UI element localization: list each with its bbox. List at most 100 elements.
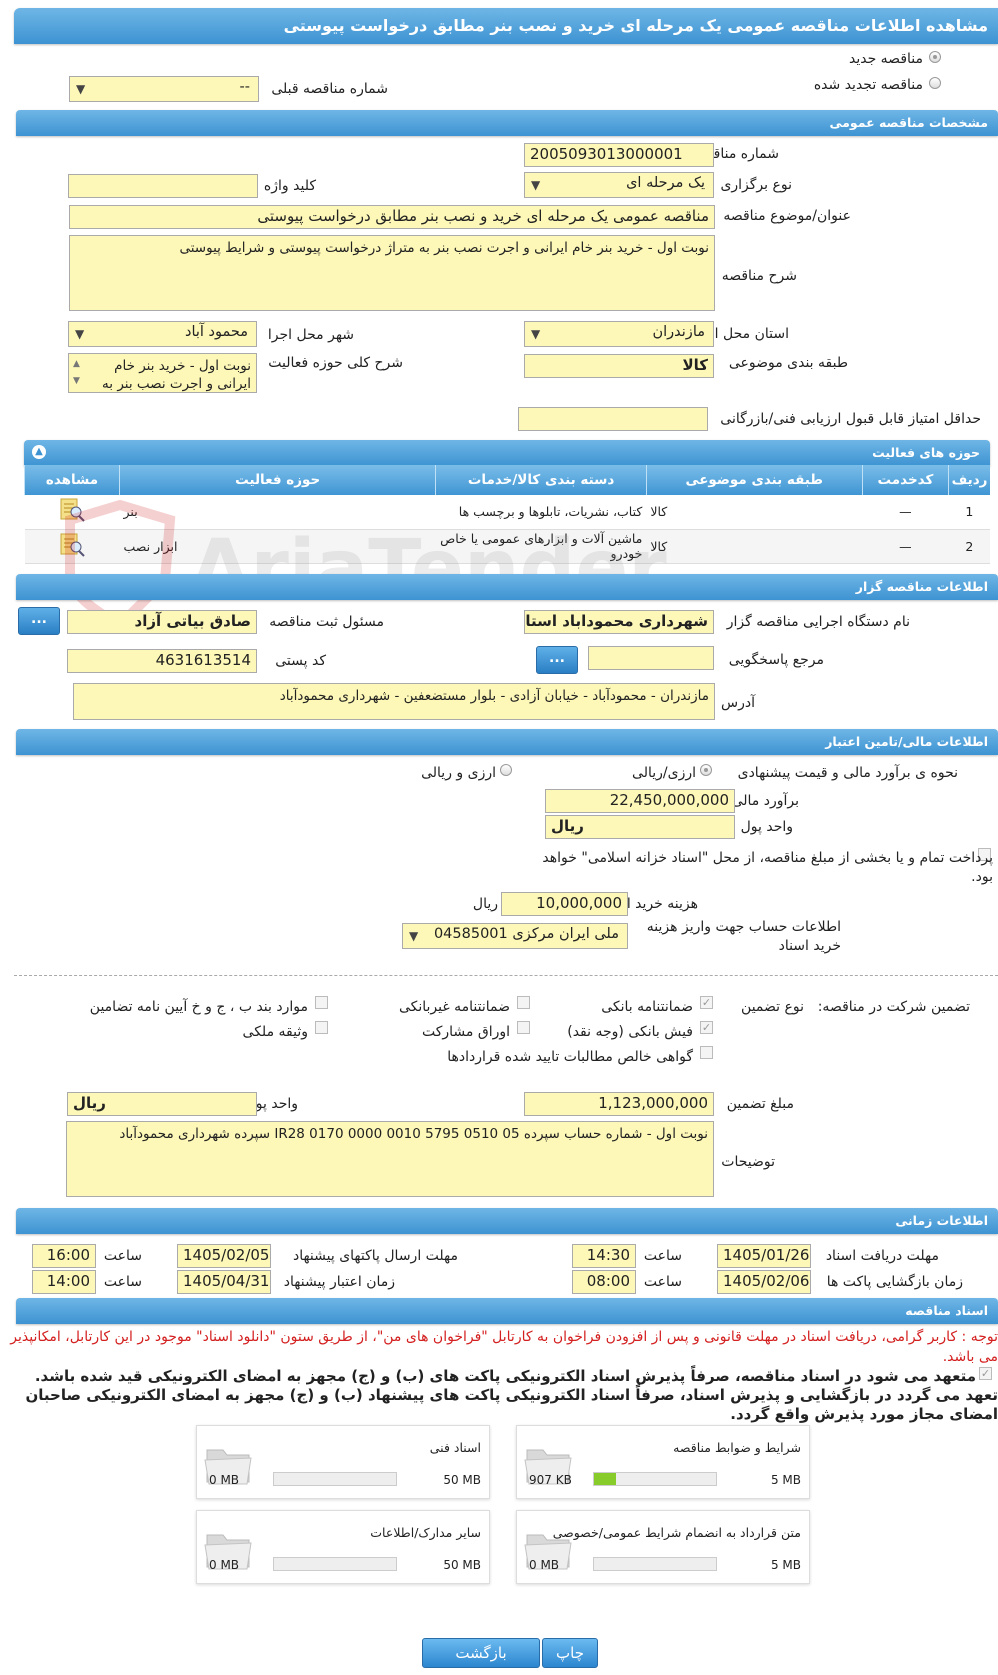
guarantee-clauses-checkbox[interactable] [315, 996, 328, 1009]
doc-progress [273, 1557, 397, 1571]
chevron-down-icon: ▼ [531, 178, 541, 192]
row-category: کالا [646, 495, 863, 530]
org-label: نام دستگاه اجرایی مناقصه گزار [726, 614, 910, 630]
guarantee-amount-label: مبلغ تضمین [726, 1096, 794, 1112]
guarantee-label: تضمین شرکت در مناقصه: [817, 999, 970, 1015]
previous-number-label: شماره مناقصه قبلی [271, 81, 388, 97]
open-date-field[interactable]: 1405/02/06 [717, 1270, 811, 1294]
org-field[interactable]: شهرداری محموداباد استان [524, 610, 714, 634]
scroll-up-icon[interactable]: ▲ [73, 355, 80, 373]
responder-field[interactable] [588, 646, 714, 670]
doc-max-size: 5 MB [770, 1558, 801, 1572]
doc-card-other[interactable]: سایر مدارک/اطلاعات 0 MB 50 MB [196, 1510, 490, 1584]
doc-card-terms[interactable]: شرایط و ضوابط مناقصه 907 KB 5 MB [516, 1425, 810, 1499]
row-code: — [862, 495, 949, 530]
back-button[interactable]: بازگشت [422, 1638, 540, 1668]
previous-number-select[interactable]: -- ▼ [69, 76, 259, 102]
guarantee-cash-checkbox[interactable]: ✓ [700, 1021, 713, 1034]
doc-title: متن قرارداد به انضمام شرایط عمومی/خصوصی [552, 1525, 801, 1540]
address-field[interactable]: مازندران - محمودآباد - خیابان آزادی - بل… [73, 683, 715, 720]
validity-label: زمان اعتبار پیشنهاد [283, 1274, 395, 1290]
print-button[interactable]: چاپ [542, 1638, 598, 1668]
activities-title: حوزه های فعالیت [872, 445, 980, 460]
treasury-text: پرداخت تمام و یا بخشی از مبلغ مناقصه، از… [542, 850, 993, 885]
receive-time-label: ساعت [643, 1248, 682, 1264]
province-select[interactable]: مازندران ▼ [524, 321, 714, 347]
guarantee-amount-field[interactable]: 1,123,000,000 [524, 1092, 714, 1116]
activity-desc-value: نوبت اول - خرید بنر خام ایرانی و اجرت نص… [102, 358, 251, 392]
validity-time-field[interactable]: 14:00 [32, 1270, 96, 1294]
col-view: مشاهده [23, 465, 120, 495]
receive-date-field[interactable]: 1405/01/26 [717, 1244, 811, 1268]
new-tender-label: مناقصه جدید [848, 51, 923, 67]
doc-min-size: 907 KB [529, 1473, 572, 1487]
guarantee-notes-field[interactable]: نوبت اول - شماره حساب سپرده IR28 0170 00… [66, 1121, 714, 1197]
open-time-field[interactable]: 08:00 [572, 1270, 636, 1294]
subject-field[interactable]: مناقصه عمومی یک مرحله ای خرید و نصب بنر … [69, 205, 715, 229]
estimate-field[interactable]: 22,450,000,000 [545, 789, 735, 813]
new-tender-radio[interactable] [929, 51, 941, 63]
row-category: کالا [646, 529, 863, 564]
postal-field[interactable]: 4631613514 [67, 649, 257, 673]
pledge-text: متعهد می شود در اسناد مناقصه، صرفاً پذیر… [25, 1367, 998, 1423]
postal-label: کد پستی [275, 653, 326, 669]
previous-number-value: -- [239, 79, 250, 95]
doc-progress [593, 1557, 717, 1571]
chevron-down-icon: ▼ [409, 929, 419, 943]
account-select[interactable]: ملی ایران مرکزی 04585001 ▼ [402, 923, 628, 949]
method-opt2-label: ارزی و ریالی [421, 765, 496, 781]
registrar-lookup-button[interactable]: ... [18, 607, 60, 635]
chevron-down-icon: ▼ [75, 327, 85, 341]
receive-label: مهلت دریافت اسناد [825, 1248, 939, 1264]
send-time-label: ساعت [103, 1248, 142, 1264]
holding-type-select[interactable]: یک مرحله ای ▼ [524, 172, 714, 198]
category-field[interactable]: کالا [524, 354, 714, 378]
tender-number-field[interactable]: 2005093013000001 [524, 143, 714, 167]
section-documents: اسناد مناقصه [16, 1298, 998, 1324]
guarantee-bank-checkbox[interactable]: ✓ [700, 996, 713, 1009]
guarantee-bonds-checkbox[interactable] [517, 1021, 530, 1034]
section-organizer: اطلاعات مناقصه گزار [16, 574, 998, 600]
doc-fee-field[interactable]: 10,000,000 [501, 892, 628, 916]
collapse-icon[interactable]: ▲ [32, 445, 46, 459]
doc-card-technical[interactable]: اسناد فنی 0 MB 50 MB [196, 1425, 490, 1499]
estimate-label: برآورد مالی [731, 793, 799, 809]
city-select[interactable]: محمود آباد ▼ [68, 321, 257, 347]
document-search-icon[interactable] [57, 532, 87, 558]
keyword-field[interactable] [68, 174, 258, 198]
guarantee-currency-field[interactable]: ریال [67, 1092, 257, 1116]
doc-max-size: 50 MB [443, 1558, 481, 1572]
renewed-tender-radio[interactable] [929, 77, 941, 89]
method-opt1-radio[interactable] [700, 764, 712, 776]
section-finance: اطلاعات مالی/تامین اعتبار [16, 729, 998, 755]
validity-date-field[interactable]: 1405/04/31 [177, 1270, 271, 1294]
guarantee-nonbank-label: ضمانتنامه غیربانکی [398, 999, 510, 1015]
send-date-field[interactable]: 1405/02/05 [177, 1244, 271, 1268]
col-field: حوزه فعالیت [119, 465, 436, 495]
account-label: اطلاعات حساب جهت واریز هزینه خرید اسناد [646, 919, 841, 954]
chevron-down-icon: ▼ [531, 327, 541, 341]
description-field[interactable]: نوبت اول - خرید بنر خام ایرانی و اجرت نص… [69, 235, 715, 311]
doc-fee-unit: ریال [472, 896, 498, 912]
row-code: — [862, 529, 949, 564]
activity-desc-field[interactable]: نوبت اول - خرید بنر خام ایرانی و اجرت نص… [68, 353, 257, 393]
activities-table: ردیف کدخدمت طبقه بندی موضوعی دسته بندی ک… [23, 465, 990, 564]
scroll-down-icon[interactable]: ▼ [73, 372, 80, 390]
document-search-icon[interactable] [57, 497, 87, 523]
responder-lookup-button[interactable]: ... [536, 646, 578, 674]
currency-label: واحد پول [740, 819, 793, 835]
col-index: ردیف [948, 465, 990, 495]
guarantee-cash-label: فیش بانکی (وجه نقد) [567, 1024, 693, 1040]
min-score-field[interactable] [518, 407, 708, 431]
divider [14, 975, 998, 976]
guarantee-claims-checkbox[interactable] [700, 1046, 713, 1059]
guarantee-property-checkbox[interactable] [315, 1021, 328, 1034]
receive-time-field[interactable]: 14:30 [572, 1244, 636, 1268]
registrar-field[interactable]: صادق بیاتی آزاد [67, 610, 257, 634]
currency-field[interactable]: ریال [545, 815, 735, 839]
activity-desc-label: شرح کلی حوزه فعالیت [268, 355, 403, 371]
guarantee-nonbank-checkbox[interactable] [517, 996, 530, 1009]
doc-card-contract[interactable]: متن قرارداد به انضمام شرایط عمومی/خصوصی … [516, 1510, 810, 1584]
send-time-field[interactable]: 16:00 [32, 1244, 96, 1268]
method-opt2-radio[interactable] [500, 764, 512, 776]
